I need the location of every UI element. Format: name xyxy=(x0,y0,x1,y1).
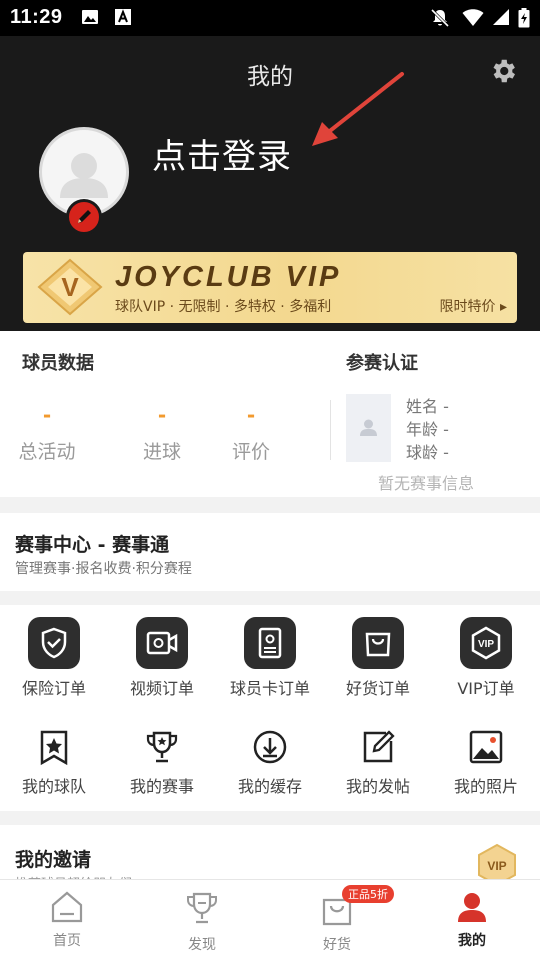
stat-value: - xyxy=(157,403,167,427)
vip-promo-link[interactable]: 限时特价 ▸ xyxy=(440,296,507,316)
my-matches-item[interactable]: 我的赛事 xyxy=(108,727,216,797)
stat-value: - xyxy=(42,403,52,427)
login-prompt[interactable]: 点击登录 xyxy=(152,129,292,178)
insurance-order-item[interactable]: 保险订单 xyxy=(0,617,108,699)
pencil-icon xyxy=(78,210,91,223)
item-label: 我的球队 xyxy=(21,777,86,796)
vip-badge-label: VIP xyxy=(487,859,506,873)
tab-label: 我的 xyxy=(458,933,486,949)
status-time: 11:29 xyxy=(10,6,63,28)
vip-title: JOYCLUB VIP xyxy=(115,261,342,293)
star-badge-icon xyxy=(34,727,74,767)
match-center-title: 赛事中心 - 赛事通 xyxy=(15,534,170,556)
user-icon xyxy=(458,893,486,922)
tab-label: 好货 xyxy=(323,937,351,953)
vip-logo-letter: V xyxy=(61,272,79,302)
photo-icon xyxy=(466,727,506,767)
shopping-bag-icon xyxy=(352,617,404,669)
stat-label: 总活动 xyxy=(18,441,76,463)
cert-empty-text: 暂无赛事信息 xyxy=(378,474,475,493)
vip-order-item[interactable]: VIP VIP订单 xyxy=(432,617,540,699)
battery-icon xyxy=(518,8,530,28)
status-bar: 11:29 xyxy=(0,0,540,36)
shield-check-icon xyxy=(28,617,80,669)
home-icon xyxy=(51,891,83,923)
player-data-card: 球员数据 参赛认证 - 总活动 - 进球 - 评价 姓名 - 年龄 - 球龄 -… xyxy=(0,331,540,497)
wifi-icon xyxy=(462,9,484,26)
stat-total-activity[interactable]: - 总活动 xyxy=(0,403,97,464)
vip-diamond-logo-icon: V xyxy=(37,258,103,316)
cert-field-age: 年龄 - xyxy=(406,420,449,439)
trophy-icon xyxy=(187,892,217,924)
invite-title: 我的邀请 xyxy=(15,849,92,871)
cert-field-name: 姓名 - xyxy=(406,397,449,416)
item-label: 我的缓存 xyxy=(237,777,302,796)
my-cache-item[interactable]: 我的缓存 xyxy=(216,727,324,797)
chevron-right-icon: ▸ xyxy=(499,299,507,315)
bottom-tab-bar: 首页 发现 好货 正品5折 我的 xyxy=(0,879,540,960)
image-notification-icon xyxy=(82,10,98,24)
svg-text:VIP: VIP xyxy=(478,639,494,650)
my-photos-item[interactable]: 我的照片 xyxy=(432,727,540,797)
stat-value: - xyxy=(246,403,256,427)
match-center-card[interactable]: 赛事中心 - 赛事通 管理赛事·报名收费·积分赛程 xyxy=(0,513,540,591)
player-data-title: 球员数据 xyxy=(22,353,94,374)
edit-avatar-button[interactable] xyxy=(66,199,102,235)
item-label: 好货订单 xyxy=(345,679,410,698)
tab-goods[interactable]: 好货 xyxy=(297,894,377,954)
goods-promo-badge: 正品5折 xyxy=(342,885,394,903)
settings-gear-icon[interactable] xyxy=(488,56,518,86)
tab-mine[interactable]: 我的 xyxy=(432,890,512,950)
vip-subtitle: 球队VIP · 无限制 · 多特权 · 多福利 xyxy=(115,299,332,315)
tab-label: 首页 xyxy=(53,933,81,949)
my-team-item[interactable]: 我的球队 xyxy=(0,727,108,797)
stat-rating[interactable]: - 评价 xyxy=(201,403,301,464)
stat-goals[interactable]: - 进球 xyxy=(112,403,212,464)
my-posts-item[interactable]: 我的发帖 xyxy=(324,727,432,797)
invite-card[interactable]: 我的邀请 推荐球员超给朋友们 VIP xyxy=(0,825,540,892)
player-card-order-item[interactable]: 球员卡订单 xyxy=(216,617,324,699)
person-placeholder-icon xyxy=(360,419,377,436)
cert-info: 姓名 - 年龄 - 球龄 - xyxy=(406,395,449,464)
item-label: 我的赛事 xyxy=(129,777,194,796)
video-order-item[interactable]: 视频订单 xyxy=(108,617,216,699)
cert-photo-placeholder[interactable] xyxy=(346,394,391,462)
tab-label: 发现 xyxy=(188,937,216,953)
mute-icon xyxy=(430,8,450,28)
certification-title: 参赛认证 xyxy=(346,353,418,374)
page-title: 我的 xyxy=(247,64,293,90)
font-notification-icon xyxy=(115,9,131,25)
edit-post-icon xyxy=(358,727,398,767)
tab-home[interactable]: 首页 xyxy=(27,890,107,950)
video-camera-icon xyxy=(136,617,188,669)
match-center-subtitle: 管理赛事·报名收费·积分赛程 xyxy=(15,561,192,577)
vip-banner[interactable]: V JOYCLUB VIP 球队VIP · 无限制 · 多特权 · 多福利 限时… xyxy=(23,252,517,323)
stat-label: 评价 xyxy=(231,441,270,463)
id-card-icon xyxy=(244,617,296,669)
tab-discover[interactable]: 发现 xyxy=(162,890,242,954)
item-label: 视频订单 xyxy=(129,679,194,698)
red-arrow-annotation-icon xyxy=(312,72,404,146)
goods-order-item[interactable]: 好货订单 xyxy=(324,617,432,699)
item-label: 球员卡订单 xyxy=(229,679,310,698)
stat-label: 进球 xyxy=(142,441,181,463)
item-label: 保险订单 xyxy=(21,679,86,698)
item-label: 我的照片 xyxy=(453,777,518,796)
feature-grid: 保险订单 视频订单 球员卡订单 好货订单 VIP VIP订单 我的球队 我的赛事… xyxy=(0,605,540,811)
download-icon xyxy=(250,727,290,767)
profile-header: 我的 点击登录 V JOYCLUB VIP 球队VIP · 无限制 · 多特权 … xyxy=(0,36,540,331)
vip-hexagon-icon: VIP xyxy=(460,617,512,669)
vip-promo-label: 限时特价 xyxy=(439,299,496,315)
divider xyxy=(330,400,331,460)
item-label: 我的发帖 xyxy=(345,777,410,796)
cert-field-experience: 球龄 - xyxy=(406,443,449,462)
item-label: VIP订单 xyxy=(457,679,515,698)
signal-icon xyxy=(493,9,509,25)
trophy-icon xyxy=(142,727,182,767)
